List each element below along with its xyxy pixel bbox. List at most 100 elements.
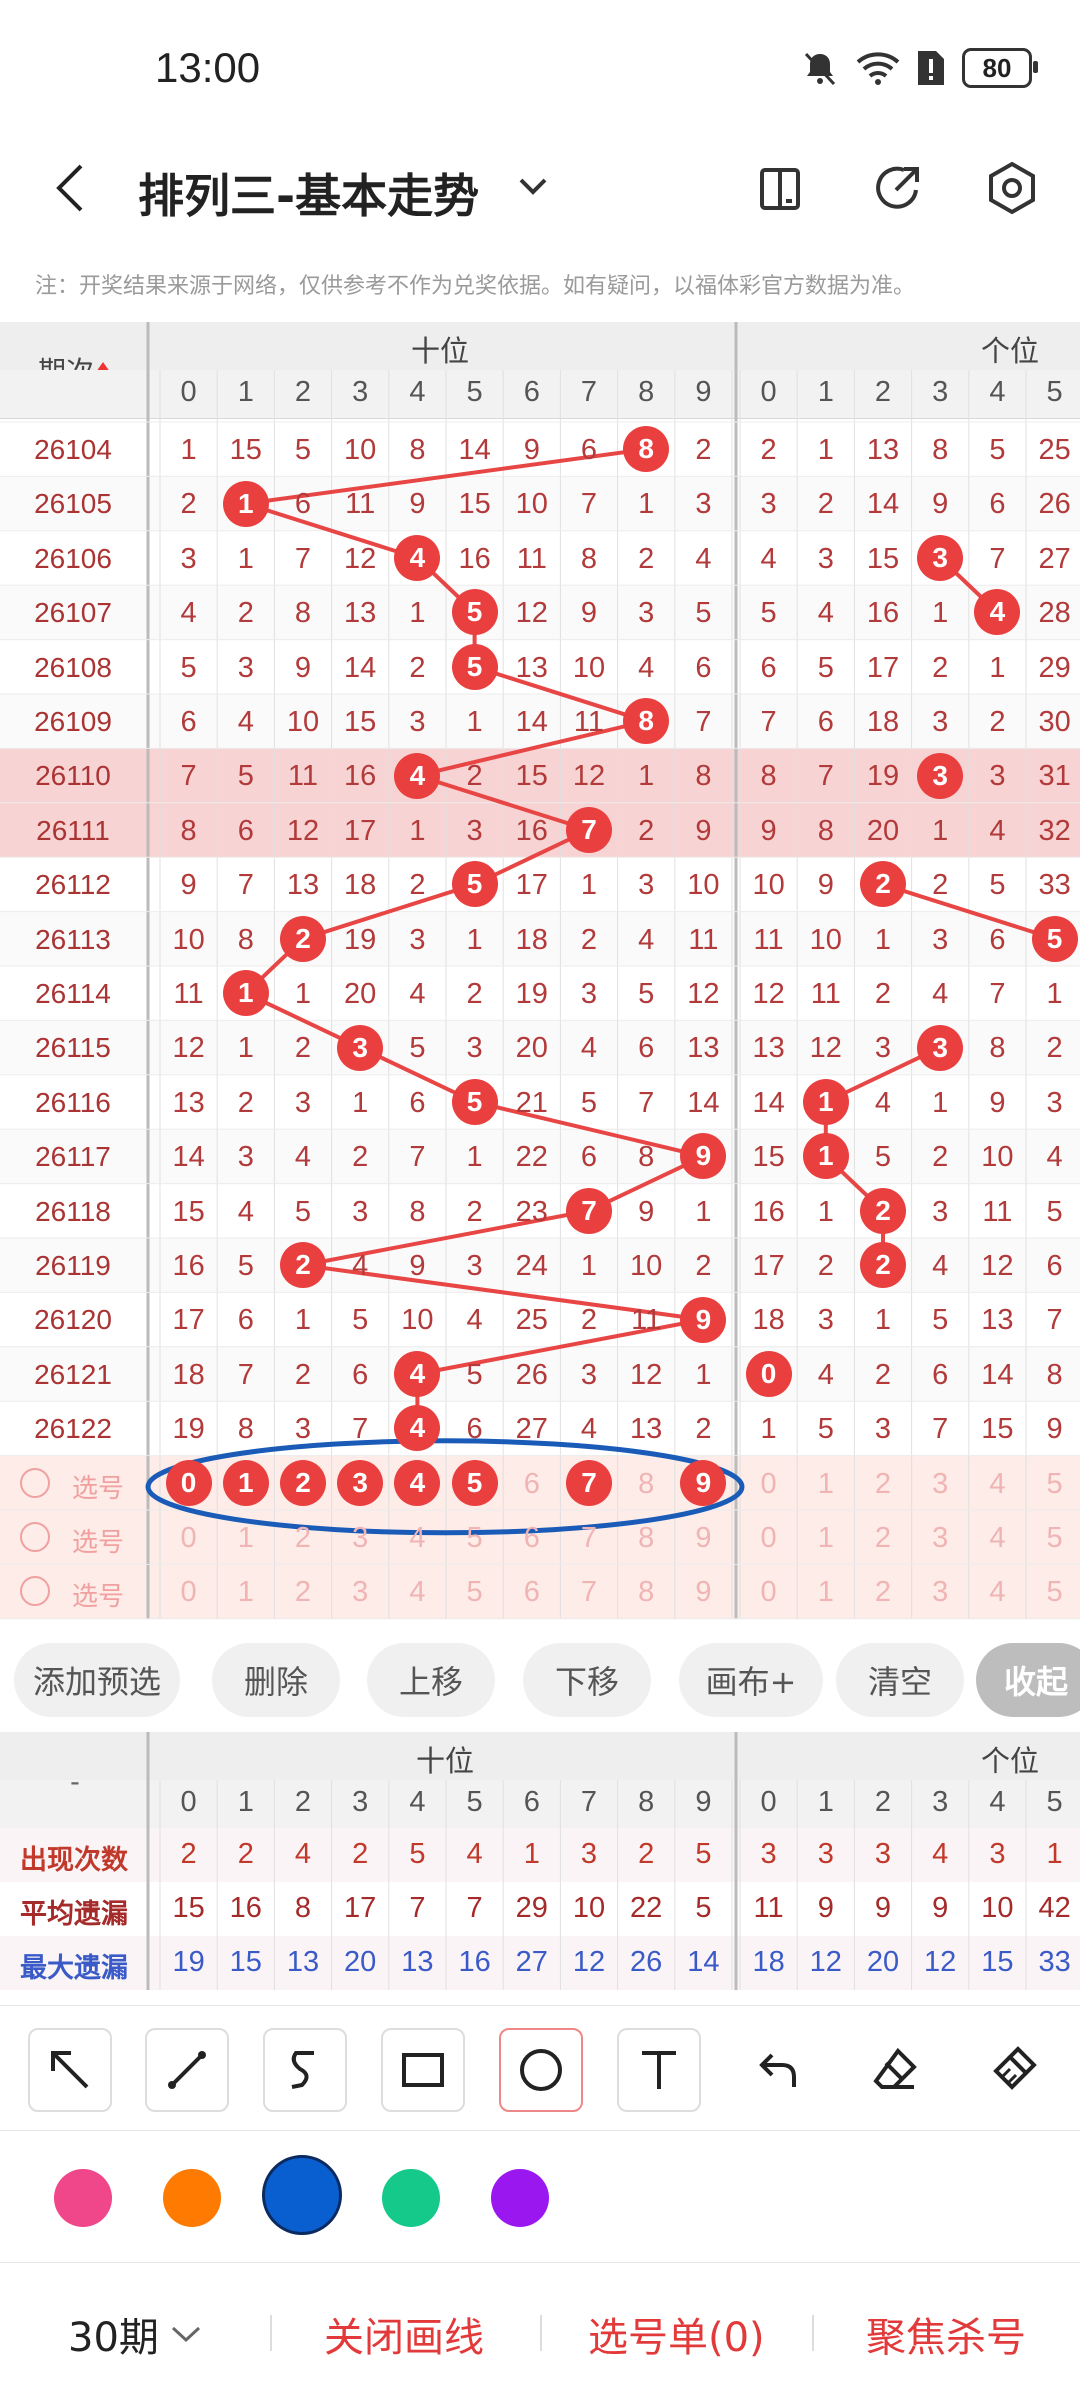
units-miss-cell: 25	[1038, 434, 1071, 466]
tens-miss-cell: 7	[352, 1413, 369, 1446]
settings-button[interactable]	[982, 158, 1042, 218]
stats-units-digit-header: 1	[817, 1786, 834, 1818]
units-miss-cell: 18	[866, 706, 900, 738]
add-preselect-button[interactable]: 添加预选	[14, 1643, 180, 1717]
units-select-option: 0	[760, 1522, 777, 1554]
clear-button[interactable]: 清空	[836, 1643, 964, 1717]
period-cell: 26117	[35, 1141, 111, 1173]
wifi-icon	[856, 52, 900, 85]
title-dropdown-button[interactable]	[515, 162, 555, 212]
units-miss-cell: 26	[1038, 488, 1071, 521]
move-up-button[interactable]: 上移	[367, 1643, 495, 1717]
select-row-radio[interactable]	[20, 1522, 50, 1552]
stats-units-value: 33	[1038, 1946, 1071, 1978]
color-pink-swatch[interactable]	[54, 2169, 112, 2227]
units-miss-cell: 1	[1046, 978, 1063, 1010]
tens-miss-cell: 6	[638, 1032, 655, 1065]
select-row-radio[interactable]	[20, 1467, 50, 1498]
battery-level: 80	[982, 52, 1012, 83]
select-list-button[interactable]: 选号单(0)	[588, 2305, 765, 2363]
app-header: 排列三-基本走势	[0, 140, 1080, 250]
units-miss-cell: 20	[866, 814, 900, 847]
focus-kill-button[interactable]: 聚焦杀号	[866, 2305, 1026, 2363]
tens-miss-cell: 11	[516, 542, 547, 575]
units-select-option: 5	[1046, 1467, 1063, 1500]
units-miss-cell: 2	[989, 706, 1006, 738]
units-digit-header: 5	[1046, 376, 1063, 408]
tens-miss-cell: 14	[172, 1141, 205, 1174]
tens-hit-ball: 5	[451, 589, 498, 636]
units-miss-cell: 15	[866, 542, 900, 575]
sim-alert-icon	[918, 51, 944, 85]
clear-canvas-button[interactable]	[971, 2028, 1055, 2112]
tens-miss-cell: 9	[638, 1195, 655, 1228]
tens-select-option: 9	[695, 1576, 712, 1609]
tens-miss-cell: 20	[344, 978, 377, 1010]
layout-toggle-button[interactable]	[752, 158, 812, 218]
units-miss-cell: 5	[817, 1413, 834, 1446]
tens-select-option: 3	[352, 1522, 369, 1554]
arrow-tool-icon	[51, 2051, 89, 2089]
rectangle-tool-button[interactable]	[381, 2028, 465, 2112]
tens-miss-cell: 7	[580, 488, 598, 521]
share-button[interactable]	[868, 158, 928, 218]
tens-hit-ball: 4	[394, 752, 441, 799]
stats-tens-digit-header: 4	[409, 1786, 426, 1818]
delete-button[interactable]: 删除	[212, 1643, 340, 1717]
page-title[interactable]: 排列三-基本走势	[138, 160, 479, 226]
tens-miss-cell: 1	[695, 1358, 712, 1391]
select-row-radio[interactable]	[20, 1576, 50, 1607]
tens-miss-cell: 2	[695, 434, 712, 466]
curve-tool-button[interactable]	[263, 2028, 347, 2112]
move-down-button[interactable]: 下移	[523, 1643, 651, 1717]
text-tool-button[interactable]	[617, 2028, 701, 2112]
undo-button[interactable]	[735, 2028, 819, 2112]
units-miss-cell: 10	[981, 1141, 1014, 1174]
units-select-option: 4	[989, 1467, 1006, 1500]
stats-units-value: 3	[874, 1838, 892, 1870]
stats-tens-value: 4	[294, 1838, 312, 1870]
period-cell: 26116	[35, 1086, 111, 1118]
tens-miss-cell: 4	[638, 651, 655, 684]
color-blue-swatch-selected[interactable]	[262, 2155, 342, 2235]
arrow-tool-button[interactable]	[28, 2028, 112, 2112]
units-miss-cell: 6	[932, 1358, 949, 1391]
collapse-button[interactable]: 收起	[976, 1643, 1080, 1717]
period-count-selector[interactable]: 30期	[68, 2305, 203, 2363]
line-tool-icon	[168, 2051, 206, 2089]
tens-miss-cell: 8	[294, 597, 312, 630]
eraser-button[interactable]	[853, 2028, 937, 2112]
canvas-plus-button[interactable]: 画布+	[679, 1643, 823, 1717]
stats-tens-value: 29	[515, 1892, 548, 1924]
tens-miss-cell: 7	[695, 706, 712, 738]
line-tool-button[interactable]	[145, 2028, 229, 2112]
tens-digit-header: 1	[237, 376, 254, 408]
tens-select-option: 1	[237, 1522, 254, 1554]
color-orange-swatch[interactable]	[163, 2169, 221, 2227]
units-miss-cell: 7	[760, 706, 777, 738]
tens-miss-cell: 1	[409, 814, 426, 847]
close-draw-button[interactable]: 关闭画线	[324, 2305, 484, 2363]
stats-units-digit-header: 2	[874, 1786, 892, 1818]
stats-tens-value: 17	[344, 1892, 377, 1924]
tens-miss-cell: 7	[180, 760, 197, 793]
tens-select-option: 4	[409, 1522, 426, 1554]
tens-select-option: 8	[638, 1576, 655, 1609]
tens-hit-ball: 3	[337, 1024, 384, 1071]
units-miss-cell: 17	[752, 1250, 785, 1282]
tens-select-option: 0	[180, 1522, 197, 1554]
back-button[interactable]	[40, 158, 100, 218]
units-miss-cell: 7	[1046, 1304, 1063, 1337]
tens-miss-cell: 3	[638, 869, 655, 902]
color-purple-swatch[interactable]	[491, 2169, 549, 2227]
stats-tens-group-label: 十位	[415, 1746, 474, 1778]
stats-tens-value: 26	[630, 1946, 663, 1978]
tens-miss-cell: 4	[237, 706, 254, 738]
stats-units-value: 12	[924, 1946, 957, 1978]
color-green-swatch[interactable]	[382, 2169, 440, 2227]
circle-tool-button[interactable]	[499, 2028, 583, 2112]
stats-tens-digit-header: 8	[638, 1786, 655, 1818]
stats-tens-value: 5	[409, 1838, 426, 1870]
units-miss-cell: 9	[760, 814, 777, 847]
units-miss-cell: 5	[817, 651, 834, 684]
